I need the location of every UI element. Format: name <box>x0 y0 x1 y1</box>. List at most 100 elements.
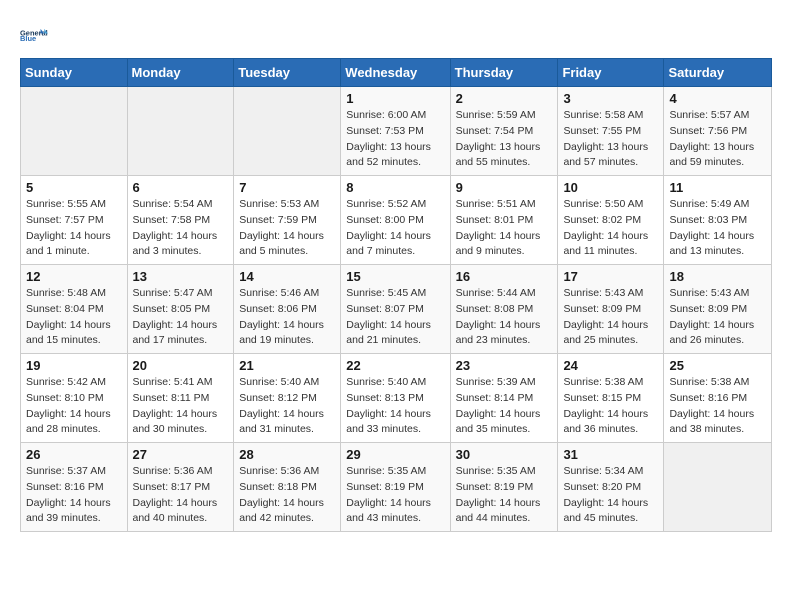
day-info: Sunrise: 5:47 AMSunset: 8:05 PMDaylight:… <box>133 286 229 349</box>
calendar-day-cell: 13 Sunrise: 5:47 AMSunset: 8:05 PMDaylig… <box>127 265 234 354</box>
day-number: 25 <box>669 358 766 373</box>
day-number: 31 <box>563 447 658 462</box>
day-info: Sunrise: 5:55 AMSunset: 7:57 PMDaylight:… <box>26 197 122 260</box>
calendar-week-row: 5 Sunrise: 5:55 AMSunset: 7:57 PMDayligh… <box>21 176 772 265</box>
page-header: General Blue <box>20 20 772 48</box>
calendar-day-cell: 28 Sunrise: 5:36 AMSunset: 8:18 PMDaylig… <box>234 443 341 532</box>
calendar-day-cell: 29 Sunrise: 5:35 AMSunset: 8:19 PMDaylig… <box>341 443 450 532</box>
day-info: Sunrise: 5:41 AMSunset: 8:11 PMDaylight:… <box>133 375 229 438</box>
calendar-day-cell: 17 Sunrise: 5:43 AMSunset: 8:09 PMDaylig… <box>558 265 664 354</box>
calendar-week-row: 1 Sunrise: 6:00 AMSunset: 7:53 PMDayligh… <box>21 87 772 176</box>
day-info: Sunrise: 5:48 AMSunset: 8:04 PMDaylight:… <box>26 286 122 349</box>
day-info: Sunrise: 5:43 AMSunset: 8:09 PMDaylight:… <box>563 286 658 349</box>
calendar-day-cell <box>127 87 234 176</box>
calendar-week-row: 19 Sunrise: 5:42 AMSunset: 8:10 PMDaylig… <box>21 354 772 443</box>
day-of-week-header: Sunday <box>21 59 128 87</box>
day-info: Sunrise: 5:42 AMSunset: 8:10 PMDaylight:… <box>26 375 122 438</box>
day-of-week-header: Monday <box>127 59 234 87</box>
calendar-week-row: 26 Sunrise: 5:37 AMSunset: 8:16 PMDaylig… <box>21 443 772 532</box>
calendar-day-cell: 15 Sunrise: 5:45 AMSunset: 8:07 PMDaylig… <box>341 265 450 354</box>
day-number: 22 <box>346 358 444 373</box>
day-number: 16 <box>456 269 553 284</box>
day-of-week-header: Wednesday <box>341 59 450 87</box>
day-number: 19 <box>26 358 122 373</box>
day-info: Sunrise: 5:37 AMSunset: 8:16 PMDaylight:… <box>26 464 122 527</box>
calendar-day-cell: 6 Sunrise: 5:54 AMSunset: 7:58 PMDayligh… <box>127 176 234 265</box>
day-number: 14 <box>239 269 335 284</box>
day-info: Sunrise: 5:49 AMSunset: 8:03 PMDaylight:… <box>669 197 766 260</box>
day-info: Sunrise: 5:57 AMSunset: 7:56 PMDaylight:… <box>669 108 766 171</box>
calendar-day-cell: 4 Sunrise: 5:57 AMSunset: 7:56 PMDayligh… <box>664 87 772 176</box>
day-number: 8 <box>346 180 444 195</box>
day-info: Sunrise: 5:38 AMSunset: 8:15 PMDaylight:… <box>563 375 658 438</box>
calendar-day-cell: 25 Sunrise: 5:38 AMSunset: 8:16 PMDaylig… <box>664 354 772 443</box>
day-number: 15 <box>346 269 444 284</box>
day-number: 5 <box>26 180 122 195</box>
calendar-day-cell: 2 Sunrise: 5:59 AMSunset: 7:54 PMDayligh… <box>450 87 558 176</box>
day-number: 12 <box>26 269 122 284</box>
day-info: Sunrise: 5:35 AMSunset: 8:19 PMDaylight:… <box>456 464 553 527</box>
day-number: 20 <box>133 358 229 373</box>
calendar-week-row: 12 Sunrise: 5:48 AMSunset: 8:04 PMDaylig… <box>21 265 772 354</box>
day-number: 23 <box>456 358 553 373</box>
calendar-day-cell: 21 Sunrise: 5:40 AMSunset: 8:12 PMDaylig… <box>234 354 341 443</box>
calendar-day-cell: 20 Sunrise: 5:41 AMSunset: 8:11 PMDaylig… <box>127 354 234 443</box>
calendar-day-cell: 22 Sunrise: 5:40 AMSunset: 8:13 PMDaylig… <box>341 354 450 443</box>
day-of-week-header: Tuesday <box>234 59 341 87</box>
logo: General Blue <box>20 20 48 48</box>
calendar-day-cell: 12 Sunrise: 5:48 AMSunset: 8:04 PMDaylig… <box>21 265 128 354</box>
day-info: Sunrise: 5:59 AMSunset: 7:54 PMDaylight:… <box>456 108 553 171</box>
calendar-day-cell: 31 Sunrise: 5:34 AMSunset: 8:20 PMDaylig… <box>558 443 664 532</box>
calendar-day-cell <box>234 87 341 176</box>
calendar-day-cell: 8 Sunrise: 5:52 AMSunset: 8:00 PMDayligh… <box>341 176 450 265</box>
calendar-day-cell: 26 Sunrise: 5:37 AMSunset: 8:16 PMDaylig… <box>21 443 128 532</box>
day-info: Sunrise: 5:46 AMSunset: 8:06 PMDaylight:… <box>239 286 335 349</box>
day-number: 10 <box>563 180 658 195</box>
calendar-day-cell: 3 Sunrise: 5:58 AMSunset: 7:55 PMDayligh… <box>558 87 664 176</box>
calendar-day-cell: 16 Sunrise: 5:44 AMSunset: 8:08 PMDaylig… <box>450 265 558 354</box>
day-of-week-header: Thursday <box>450 59 558 87</box>
logo-icon: General Blue <box>20 20 48 48</box>
svg-text:Blue: Blue <box>20 34 36 43</box>
calendar-day-cell: 5 Sunrise: 5:55 AMSunset: 7:57 PMDayligh… <box>21 176 128 265</box>
calendar-day-cell: 7 Sunrise: 5:53 AMSunset: 7:59 PMDayligh… <box>234 176 341 265</box>
day-info: Sunrise: 5:40 AMSunset: 8:12 PMDaylight:… <box>239 375 335 438</box>
day-number: 18 <box>669 269 766 284</box>
calendar-day-cell: 30 Sunrise: 5:35 AMSunset: 8:19 PMDaylig… <box>450 443 558 532</box>
day-number: 3 <box>563 91 658 106</box>
day-info: Sunrise: 5:35 AMSunset: 8:19 PMDaylight:… <box>346 464 444 527</box>
day-info: Sunrise: 5:38 AMSunset: 8:16 PMDaylight:… <box>669 375 766 438</box>
day-number: 26 <box>26 447 122 462</box>
day-info: Sunrise: 5:39 AMSunset: 8:14 PMDaylight:… <box>456 375 553 438</box>
day-info: Sunrise: 5:53 AMSunset: 7:59 PMDaylight:… <box>239 197 335 260</box>
calendar-day-cell: 9 Sunrise: 5:51 AMSunset: 8:01 PMDayligh… <box>450 176 558 265</box>
calendar-day-cell <box>664 443 772 532</box>
day-info: Sunrise: 5:36 AMSunset: 8:18 PMDaylight:… <box>239 464 335 527</box>
day-number: 28 <box>239 447 335 462</box>
calendar-day-cell: 19 Sunrise: 5:42 AMSunset: 8:10 PMDaylig… <box>21 354 128 443</box>
calendar-day-cell: 11 Sunrise: 5:49 AMSunset: 8:03 PMDaylig… <box>664 176 772 265</box>
day-number: 17 <box>563 269 658 284</box>
calendar-table: SundayMondayTuesdayWednesdayThursdayFrid… <box>20 58 772 532</box>
day-number: 29 <box>346 447 444 462</box>
day-info: Sunrise: 5:51 AMSunset: 8:01 PMDaylight:… <box>456 197 553 260</box>
day-number: 1 <box>346 91 444 106</box>
calendar-day-cell <box>21 87 128 176</box>
day-of-week-header: Friday <box>558 59 664 87</box>
day-number: 4 <box>669 91 766 106</box>
calendar-day-cell: 27 Sunrise: 5:36 AMSunset: 8:17 PMDaylig… <box>127 443 234 532</box>
calendar-day-cell: 14 Sunrise: 5:46 AMSunset: 8:06 PMDaylig… <box>234 265 341 354</box>
day-of-week-header: Saturday <box>664 59 772 87</box>
day-number: 13 <box>133 269 229 284</box>
day-number: 6 <box>133 180 229 195</box>
day-info: Sunrise: 5:52 AMSunset: 8:00 PMDaylight:… <box>346 197 444 260</box>
calendar-day-cell: 1 Sunrise: 6:00 AMSunset: 7:53 PMDayligh… <box>341 87 450 176</box>
day-info: Sunrise: 5:44 AMSunset: 8:08 PMDaylight:… <box>456 286 553 349</box>
day-info: Sunrise: 5:36 AMSunset: 8:17 PMDaylight:… <box>133 464 229 527</box>
calendar-day-cell: 18 Sunrise: 5:43 AMSunset: 8:09 PMDaylig… <box>664 265 772 354</box>
calendar-day-cell: 10 Sunrise: 5:50 AMSunset: 8:02 PMDaylig… <box>558 176 664 265</box>
day-info: Sunrise: 6:00 AMSunset: 7:53 PMDaylight:… <box>346 108 444 171</box>
day-number: 11 <box>669 180 766 195</box>
calendar-day-cell: 23 Sunrise: 5:39 AMSunset: 8:14 PMDaylig… <box>450 354 558 443</box>
day-number: 2 <box>456 91 553 106</box>
